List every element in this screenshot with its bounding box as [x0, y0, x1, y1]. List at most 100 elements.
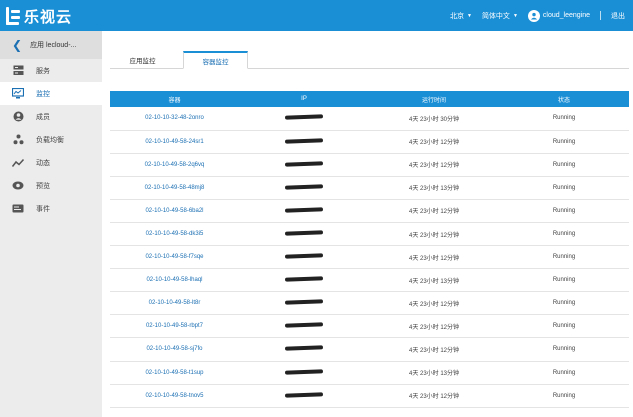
container-table: 容器 IP 运行时间 状态 02-10-10-32-48-2onro 4天 23… — [110, 91, 629, 408]
status-cell: Running — [499, 245, 629, 270]
sidebar-item-preview[interactable]: 预览 — [0, 174, 102, 197]
top-right-nav: 北京 ▼ 简体中文 ▼ cloud_leengine 退出 — [450, 0, 625, 31]
ip-cell — [239, 245, 369, 270]
ip-cell — [239, 153, 369, 177]
container-name-link[interactable]: 02-10-10-49-58-2q6vq — [110, 153, 239, 177]
tab-app-monitor[interactable]: 应用监控 — [110, 51, 175, 69]
server-icon — [12, 65, 24, 77]
username: cloud_leengine — [542, 12, 590, 19]
table-row: 02-10-10-49-58-24sr1 4天 23小时 12分钟 Runnin… — [110, 130, 629, 154]
status-cell: Running — [499, 268, 629, 293]
uptime-cell: 4天 23小时 12分钟 — [369, 384, 499, 408]
redacted-ip — [284, 368, 324, 375]
ip-cell — [239, 222, 369, 247]
sidebar-item-service[interactable]: 服务 — [0, 59, 102, 82]
status-cell: Running — [499, 337, 629, 362]
sidebar: ❮ 应用 lecloud-... 服务 监控 成员 负载均衡 动态 预览 事件 — [0, 31, 102, 417]
redacted-ip — [284, 276, 324, 282]
app-name: 应用 lecloud-... — [30, 42, 77, 49]
sidebar-item-activity[interactable]: 动态 — [0, 151, 102, 174]
status-cell: Running — [499, 361, 629, 385]
container-name-link[interactable]: 02-10-10-49-58-t1sup — [110, 361, 239, 385]
logout-link[interactable]: 退出 — [611, 11, 625, 21]
redacted-ip — [284, 392, 324, 398]
table-row: 02-10-10-49-58-tnov5 4天 23小时 12分钟 Runnin… — [110, 384, 629, 408]
container-name-link[interactable]: 02-10-10-49-58-sj7fo — [110, 337, 239, 362]
sidebar-item-label: 事件 — [36, 205, 50, 213]
status-cell: Running — [499, 291, 629, 316]
user-avatar-icon — [527, 9, 540, 22]
column-header-container[interactable]: 容器 — [110, 91, 239, 107]
chevron-down-icon: ▼ — [466, 12, 472, 19]
member-icon — [12, 111, 24, 123]
user-menu[interactable]: cloud_leengine — [527, 9, 590, 22]
redacted-ip — [284, 230, 324, 236]
activity-icon — [12, 157, 24, 169]
ip-cell — [239, 107, 369, 131]
monitor-tabs: 应用监控 容器监控 — [110, 51, 629, 69]
uptime-cell: 4天 23小时 12分钟 — [369, 199, 499, 223]
column-header-ip[interactable]: IP — [239, 91, 369, 107]
container-name-link[interactable]: 02-10-10-49-58-rbpt7 — [110, 314, 239, 339]
divider — [600, 11, 601, 20]
redacted-ip — [284, 207, 324, 213]
redacted-ip — [284, 253, 324, 259]
uptime-cell: 4天 23小时 12分钟 — [369, 153, 499, 177]
table-row: 02-10-10-49-58-f7sqe 4天 23小时 12分钟 Runnin… — [110, 245, 629, 270]
container-name-link[interactable]: 02-10-10-49-58-24sr1 — [110, 130, 239, 154]
top-bar: 乐视云 北京 ▼ 简体中文 ▼ cloud_leengine 退出 — [0, 0, 633, 31]
uptime-cell: 4天 23小时 13分钟 — [369, 176, 499, 200]
uptime-cell: 4天 23小时 12分钟 — [369, 245, 499, 270]
event-icon — [12, 203, 24, 215]
status-cell: Running — [499, 384, 629, 408]
container-name-link[interactable]: 02-10-10-49-58-lhaql — [110, 268, 239, 293]
sidebar-item-events[interactable]: 事件 — [0, 197, 102, 220]
column-header-status[interactable]: 状态 — [499, 91, 629, 107]
ip-cell — [239, 199, 369, 223]
container-name-link[interactable]: 02-10-10-49-58-6ba2l — [110, 199, 239, 223]
logo-text: 乐视云 — [24, 7, 73, 26]
column-header-uptime[interactable]: 运行时间 — [369, 91, 499, 107]
eye-icon — [12, 180, 24, 192]
back-to-app[interactable]: ❮ 应用 lecloud-... — [0, 31, 102, 59]
letv-logo-icon — [6, 7, 20, 25]
sidebar-item-label: 动态 — [36, 159, 50, 167]
redacted-ip — [284, 114, 324, 120]
logo[interactable]: 乐视云 — [6, 4, 72, 28]
table-row: 02-10-10-49-58-t1sup 4天 23小时 13分钟 Runnin… — [110, 361, 629, 385]
table-row: 02-10-10-49-58-48mj8 4天 23小时 13分钟 Runnin… — [110, 176, 629, 200]
sidebar-item-label: 监控 — [36, 90, 50, 98]
monitor-icon — [12, 88, 24, 100]
ip-cell — [239, 337, 369, 362]
chevron-down-icon: ▼ — [512, 12, 518, 19]
redacted-ip — [284, 137, 324, 144]
container-name-link[interactable]: 02-10-10-49-58-lt8r — [110, 291, 239, 316]
table-row: 02-10-10-49-58-dk3i5 4天 23小时 12分钟 Runnin… — [110, 222, 629, 247]
redacted-ip — [284, 184, 324, 190]
table-row: 02-10-10-49-58-2q6vq 4天 23小时 12分钟 Runnin… — [110, 153, 629, 177]
sidebar-item-members[interactable]: 成员 — [0, 105, 102, 128]
table-header-row: 容器 IP 运行时间 状态 — [110, 91, 629, 107]
region-dropdown[interactable]: 北京 ▼ — [450, 11, 472, 21]
region-label: 北京 — [449, 12, 464, 20]
main-content: 应用监控 容器监控 容器 IP 运行时间 状态 02-10-10-32-48-2… — [102, 31, 633, 417]
sidebar-item-monitor[interactable]: 监控 — [0, 82, 102, 105]
status-cell: Running — [499, 107, 629, 131]
container-name-link[interactable]: 02-10-10-32-48-2onro — [110, 107, 239, 131]
sidebar-item-label: 成员 — [36, 113, 50, 121]
status-cell: Running — [499, 314, 629, 339]
container-name-link[interactable]: 02-10-10-49-58-dk3i5 — [110, 222, 239, 247]
language-dropdown[interactable]: 简体中文 ▼ — [482, 11, 518, 21]
container-name-link[interactable]: 02-10-10-49-58-f7sqe — [110, 245, 239, 270]
container-name-link[interactable]: 02-10-10-49-58-tnov5 — [110, 384, 239, 408]
container-name-link[interactable]: 02-10-10-49-58-48mj8 — [110, 176, 239, 200]
status-cell: Running — [499, 153, 629, 177]
ip-cell — [239, 384, 369, 408]
status-cell: Running — [499, 130, 629, 154]
uptime-cell: 4天 23小时 13分钟 — [369, 268, 499, 293]
status-cell: Running — [499, 222, 629, 247]
sidebar-item-load-balance[interactable]: 负载均衡 — [0, 128, 102, 151]
chevron-left-icon: ❮ — [12, 38, 23, 52]
redacted-ip — [284, 345, 324, 352]
tab-container-monitor[interactable]: 容器监控 — [183, 51, 248, 69]
